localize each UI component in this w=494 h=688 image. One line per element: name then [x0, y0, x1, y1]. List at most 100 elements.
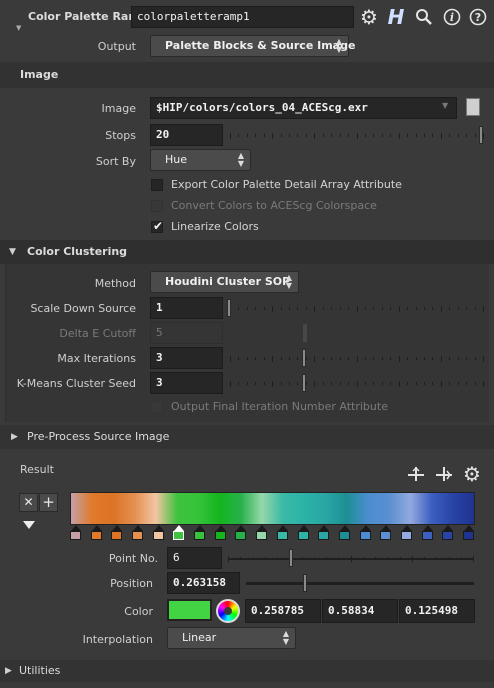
scale-down-slider-handle[interactable]: [227, 299, 231, 317]
image-path-input[interactable]: $HIP/colors/colors_04_ACEScg.exr: [150, 97, 457, 119]
scale-down-input[interactable]: 1: [150, 297, 223, 319]
stops-input[interactable]: 20: [150, 124, 223, 146]
position-input[interactable]: 0.263158: [167, 572, 240, 594]
gear-icon[interactable]: ⚙: [357, 5, 381, 29]
preprocess-header[interactable]: ▶ Pre-Process Source Image: [0, 425, 494, 449]
seed-slider-handle[interactable]: [302, 374, 306, 392]
ramp-key-marker[interactable]: [298, 525, 310, 541]
remove-point-button[interactable]: ✕: [19, 493, 38, 512]
ramp-key-marker[interactable]: [422, 525, 434, 541]
slider-tick: [424, 382, 425, 385]
file-browser-icon[interactable]: [466, 98, 480, 116]
image-path-dropdown-arrow-icon[interactable]: ▼: [442, 101, 448, 110]
slider-tick: [340, 134, 341, 137]
ramp-key-marker[interactable]: [132, 525, 144, 541]
slider-tick: [331, 382, 332, 385]
output-final-checkbox: [151, 401, 163, 413]
image-tab-label: Image: [20, 68, 59, 81]
updown-arrows-icon: ▲ ▼: [237, 151, 244, 168]
image-tab[interactable]: Image: [0, 62, 494, 88]
ramp-add-key-icon[interactable]: [405, 463, 427, 485]
slider-tick: [390, 382, 391, 385]
color-swatch[interactable]: [167, 599, 212, 621]
ramp-key-marker[interactable]: [91, 525, 103, 541]
ramp-key-marker[interactable]: [194, 525, 206, 541]
sort-by-value: Hue: [165, 153, 188, 166]
houdini-h-icon[interactable]: H: [385, 5, 407, 29]
color-r-input[interactable]: 0.258785: [245, 599, 321, 623]
ramp-key-marker[interactable]: [70, 525, 82, 541]
slider-tick: [297, 382, 298, 385]
marker-swatch: [360, 531, 371, 540]
interpolation-dropdown[interactable]: Linear ▲ ▼: [167, 627, 296, 649]
slider-tick: [432, 307, 433, 310]
seed-input[interactable]: 3: [150, 372, 223, 394]
position-slider-handle[interactable]: [303, 574, 307, 592]
convert-acescg-checkbox: [151, 200, 163, 212]
ramp-key-marker[interactable]: [277, 525, 289, 541]
help-icon[interactable]: ?: [467, 6, 489, 28]
ramp-key-marker[interactable]: [380, 525, 392, 541]
updown-arrows-icon: ▲ ▼: [335, 37, 342, 54]
slider-tick: [255, 307, 256, 310]
output-value: Palette Blocks & Source Image: [165, 39, 356, 52]
marker-swatch: [442, 531, 453, 540]
color-wheel-icon[interactable]: [216, 599, 240, 623]
slider-tick: [483, 306, 484, 312]
linearize-checkbox[interactable]: ✔: [151, 219, 163, 233]
clustering-title: Color Clustering: [27, 245, 128, 258]
ramp-key-marker[interactable]: [111, 525, 123, 541]
export-detail-checkbox[interactable]: [151, 179, 163, 191]
slider-tick: [272, 306, 273, 312]
slider-tick: [272, 381, 273, 387]
output-dropdown[interactable]: Palette Blocks & Source Image ▲ ▼: [150, 35, 355, 57]
ramp-key-marker[interactable]: [256, 525, 268, 541]
ramp-key-marker[interactable]: [442, 525, 454, 541]
point-no-slider-handle[interactable]: [289, 549, 293, 567]
clustering-header[interactable]: ▼ Color Clustering: [0, 240, 494, 264]
scale-down-slider-track[interactable]: [230, 304, 484, 314]
ramp-menu-arrow-icon[interactable]: [23, 521, 35, 529]
max-iterations-slider-handle[interactable]: [302, 349, 306, 367]
sort-by-dropdown[interactable]: Hue ▲ ▼: [150, 149, 251, 171]
color-ramp-gradient[interactable]: [70, 492, 475, 525]
add-point-button[interactable]: +: [39, 493, 58, 512]
info-icon[interactable]: i: [441, 6, 463, 28]
ramp-key-marker[interactable]: [235, 525, 247, 541]
marker-swatch: [256, 531, 267, 540]
stops-slider-track[interactable]: [230, 131, 484, 141]
ramp-key-marker[interactable]: [401, 525, 413, 541]
node-name-input[interactable]: colorpaletteramp1: [131, 6, 354, 28]
ramp-key-marker[interactable]: [318, 525, 330, 541]
output-final-label: Output Final Iteration Number Attribute: [171, 400, 388, 413]
utilities-header[interactable]: ▶ Utilities: [0, 660, 494, 682]
position-slider-line[interactable]: [246, 582, 474, 585]
stops-slider-handle[interactable]: [479, 126, 483, 144]
method-dropdown[interactable]: Houdini Cluster SOP ▲ ▼: [150, 271, 299, 293]
max-iterations-input[interactable]: 3: [150, 347, 223, 369]
ramp-key-marker[interactable]: [463, 525, 475, 541]
max-iterations-slider-track[interactable]: [230, 354, 484, 364]
ramp-key-marker[interactable]: [360, 525, 372, 541]
ramp-gear-icon[interactable]: ⚙: [460, 462, 484, 486]
slider-tick: [323, 357, 324, 360]
slider-tick: [432, 134, 433, 137]
point-no-input[interactable]: 6: [167, 547, 222, 569]
slider-tick: [238, 134, 239, 137]
color-g-input[interactable]: 0.58834: [322, 599, 398, 623]
ramp-key-marker[interactable]: [173, 525, 185, 541]
slider-tick: [314, 133, 315, 139]
header-collapse-arrow-icon[interactable]: ▼: [16, 24, 21, 32]
marker-swatch: [463, 531, 474, 540]
slider-tick: [449, 134, 450, 137]
color-b-input[interactable]: 0.125498: [399, 599, 475, 623]
slider-tick: [281, 382, 282, 385]
ramp-key-marker[interactable]: [215, 525, 227, 541]
marker-swatch: [132, 531, 143, 540]
ramp-key-marker[interactable]: [339, 525, 351, 541]
search-icon[interactable]: [413, 6, 435, 28]
slider-tick: [407, 382, 408, 385]
ramp-key-marker[interactable]: [153, 525, 165, 541]
ramp-flip-icon[interactable]: [433, 463, 455, 485]
seed-slider-track[interactable]: [230, 379, 484, 389]
